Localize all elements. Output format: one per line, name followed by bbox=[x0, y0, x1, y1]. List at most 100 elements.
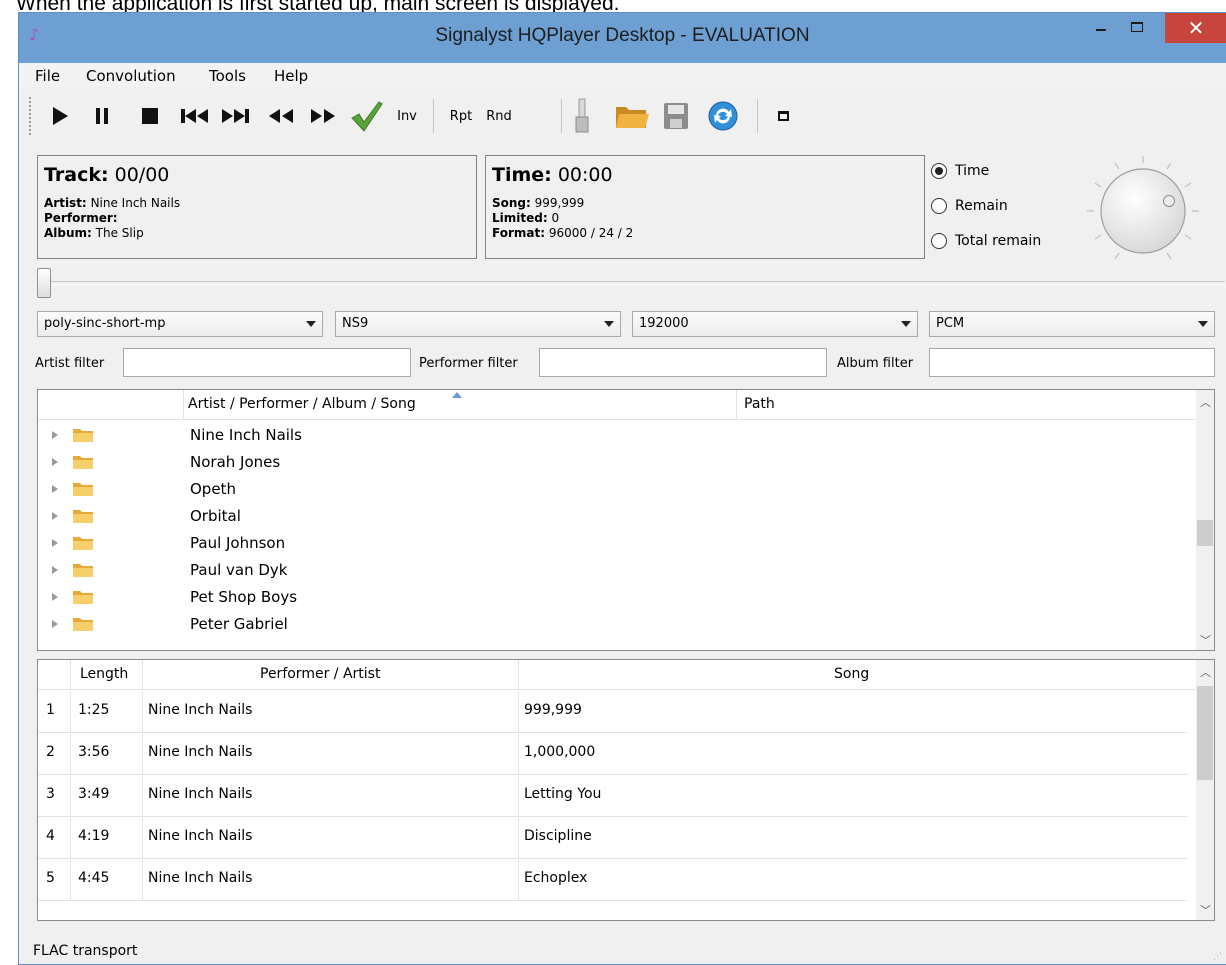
playlist-row[interactable]: 2 3:56 Nine Inch Nails 1,000,000 bbox=[38, 734, 1188, 775]
stop-button[interactable] bbox=[137, 101, 163, 131]
save-disk-icon bbox=[664, 103, 688, 129]
minimize-button[interactable] bbox=[1085, 13, 1117, 41]
sort-ascending-icon bbox=[452, 392, 462, 398]
filter-select[interactable]: poly-sinc-short-mp bbox=[37, 311, 323, 337]
expand-arrow-icon[interactable] bbox=[52, 458, 58, 466]
maximize-button[interactable] bbox=[1121, 13, 1153, 41]
scroll-up-icon[interactable]: ︿ bbox=[1200, 664, 1211, 680]
menu-tools[interactable]: Tools bbox=[209, 67, 246, 85]
pause-button[interactable] bbox=[89, 101, 115, 131]
column-header-length[interactable]: Length bbox=[80, 660, 128, 690]
playlist-scroll-thumb[interactable] bbox=[1197, 686, 1213, 780]
refresh-button[interactable] bbox=[705, 101, 741, 131]
next-track-button[interactable] bbox=[219, 101, 251, 131]
expand-arrow-icon[interactable] bbox=[52, 431, 58, 439]
play-icon bbox=[53, 107, 68, 125]
expand-arrow-icon[interactable] bbox=[52, 566, 58, 574]
menu-file[interactable]: File bbox=[35, 67, 60, 85]
transport-button[interactable] bbox=[567, 98, 597, 133]
album-filter-input[interactable] bbox=[929, 348, 1215, 377]
expand-arrow-icon[interactable] bbox=[52, 512, 58, 520]
play-button[interactable] bbox=[47, 101, 73, 131]
close-button[interactable]: ✕ bbox=[1165, 13, 1226, 43]
previous-track-button[interactable] bbox=[179, 101, 211, 131]
playlist-row[interactable]: 5 4:45 Nine Inch Nails Echoplex bbox=[38, 860, 1188, 901]
row-number: 4 bbox=[46, 828, 55, 844]
library-item[interactable]: Paul van Dyk bbox=[38, 557, 1188, 584]
invert-button[interactable]: Inv bbox=[389, 101, 425, 131]
toolbar-grip[interactable] bbox=[29, 97, 33, 135]
open-button[interactable] bbox=[613, 101, 651, 131]
library-item[interactable]: Pet Shop Boys bbox=[38, 584, 1188, 611]
scroll-down-icon[interactable]: ﹀ bbox=[1200, 632, 1211, 648]
library-item[interactable]: Nine Inch Nails bbox=[38, 422, 1188, 449]
radio-button[interactable] bbox=[931, 198, 947, 214]
knob-indicator bbox=[1163, 195, 1175, 207]
limited-value: 0 bbox=[551, 211, 560, 225]
radio-remain[interactable]: Remain bbox=[931, 198, 1008, 214]
library-item[interactable]: Orbital bbox=[38, 503, 1188, 530]
column-header-path[interactable]: Path bbox=[744, 390, 775, 420]
playlist-row[interactable]: 1 1:25 Nine Inch Nails 999,999 bbox=[38, 692, 1188, 733]
repeat-button[interactable]: Rpt bbox=[443, 101, 479, 131]
shaper-select[interactable]: NS9 bbox=[335, 311, 621, 337]
radio-total-remain[interactable]: Total remain bbox=[931, 233, 1041, 249]
seek-slider-track[interactable] bbox=[39, 281, 1225, 285]
row-number: 5 bbox=[46, 870, 55, 886]
playlist-row[interactable]: 3 3:49 Nine Inch Nails Letting You bbox=[38, 776, 1188, 817]
time-value: 00:00 bbox=[557, 164, 613, 186]
rewind-button[interactable] bbox=[265, 101, 297, 131]
status-bar: FLAC transport ⋰ bbox=[19, 935, 1226, 965]
menu-convolution[interactable]: Convolution bbox=[86, 67, 176, 85]
column-header-title[interactable]: Artist / Performer / Album / Song bbox=[188, 390, 416, 420]
playlist-row[interactable]: 4 4:19 Nine Inch Nails Discipline bbox=[38, 818, 1188, 859]
sample-rate-select[interactable]: 192000 bbox=[632, 311, 918, 337]
expand-arrow-icon[interactable] bbox=[52, 485, 58, 493]
dropdown-arrow-icon bbox=[1198, 321, 1208, 327]
playlist-scrollbar[interactable]: ︿ ﹀ bbox=[1196, 660, 1214, 920]
save-button[interactable] bbox=[659, 101, 693, 131]
format-value: 96000 / 24 / 2 bbox=[548, 226, 634, 240]
expand-arrow-icon[interactable] bbox=[52, 539, 58, 547]
row-artist: Nine Inch Nails bbox=[148, 744, 253, 760]
limited-label: Limited: bbox=[492, 211, 548, 225]
radio-time[interactable]: Time bbox=[931, 163, 989, 179]
library-item[interactable]: Opeth bbox=[38, 476, 1188, 503]
expand-arrow-icon[interactable] bbox=[52, 620, 58, 628]
row-song: Letting You bbox=[524, 786, 602, 802]
artist-filter-input[interactable] bbox=[123, 348, 411, 377]
column-header-song[interactable]: Song bbox=[834, 660, 869, 690]
library-item[interactable]: Peter Gabriel bbox=[38, 611, 1188, 638]
folder-icon bbox=[73, 591, 93, 604]
expand-arrow-icon[interactable] bbox=[52, 593, 58, 601]
scroll-up-icon[interactable]: ︿ bbox=[1200, 394, 1211, 410]
playlist-table[interactable]: Length Performer / Artist Song 1 1:25 Nine… bbox=[37, 659, 1215, 921]
folder-icon bbox=[73, 510, 93, 523]
random-button[interactable]: Rnd bbox=[481, 101, 517, 131]
fast-forward-button[interactable] bbox=[307, 101, 339, 131]
filter-select-value: poly-sinc-short-mp bbox=[44, 316, 166, 331]
performer-filter-input[interactable] bbox=[539, 348, 827, 377]
scroll-down-icon[interactable]: ﹀ bbox=[1200, 902, 1211, 918]
row-length: 4:45 bbox=[78, 870, 110, 886]
title-bar: ♪ Signalyst HQPlayer Desktop - EVALUATIO… bbox=[19, 13, 1226, 63]
performer-label: Performer: bbox=[44, 211, 118, 225]
menu-help[interactable]: Help bbox=[274, 67, 308, 85]
library-scroll-thumb[interactable] bbox=[1197, 520, 1213, 546]
fast-forward-icon bbox=[311, 109, 335, 123]
row-number: 3 bbox=[46, 786, 55, 802]
toolbar-separator bbox=[561, 99, 562, 133]
library-item[interactable]: Paul Johnson bbox=[38, 530, 1188, 557]
seek-slider-handle[interactable] bbox=[37, 268, 51, 298]
resize-grip-icon[interactable]: ⋰ bbox=[1213, 952, 1222, 962]
mode-select[interactable]: PCM bbox=[929, 311, 1215, 337]
column-header-performer[interactable]: Performer / Artist bbox=[260, 660, 380, 690]
volume-knob[interactable] bbox=[1083, 153, 1203, 273]
fullscreen-button[interactable] bbox=[771, 101, 795, 131]
library-scrollbar[interactable]: ︿ ﹀ bbox=[1196, 390, 1214, 650]
library-item[interactable]: Norah Jones bbox=[38, 449, 1188, 476]
radio-button[interactable] bbox=[931, 233, 947, 249]
apply-button[interactable] bbox=[347, 101, 385, 132]
library-tree[interactable]: Artist / Performer / Album / Song Path N… bbox=[37, 389, 1215, 651]
radio-button-checked[interactable] bbox=[931, 163, 947, 179]
